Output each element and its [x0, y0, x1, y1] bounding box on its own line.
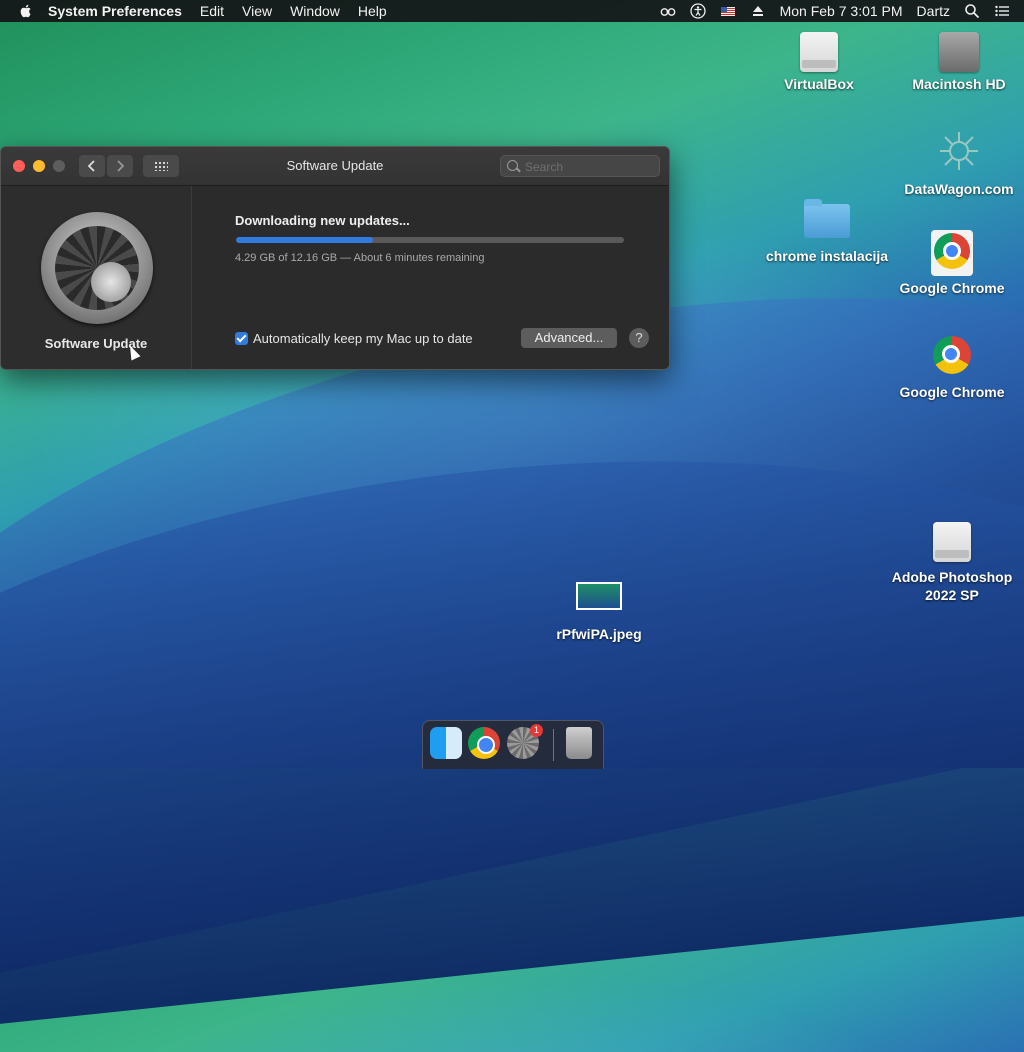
desktop-icon-adobe-photoshop[interactable]: Adobe Photoshop 2022 SP: [887, 522, 1017, 604]
hard-drive-icon: [939, 32, 979, 72]
image-thumbnail-icon: [576, 582, 622, 610]
desktop-icon-label: Macintosh HD: [912, 76, 1006, 92]
desktop-icon-label: VirtualBox: [784, 76, 854, 92]
auto-update-label[interactable]: Automatically keep my Mac up to date: [253, 331, 473, 346]
desktop-icon-virtualbox[interactable]: VirtualBox: [754, 32, 884, 92]
finder-icon[interactable]: [430, 727, 462, 759]
desktop-icon-google-chrome-installer[interactable]: Google Chrome: [887, 230, 1017, 296]
desktop-icon-datawagon[interactable]: DataWagon.com: [894, 128, 1024, 197]
menu-help[interactable]: Help: [358, 3, 387, 19]
desktop-icon-label: Google Chrome: [899, 384, 1005, 400]
menu-user[interactable]: Dartz: [917, 3, 950, 19]
eject-icon[interactable]: [750, 3, 766, 19]
download-progress-bar: [236, 237, 624, 243]
update-content: Downloading new updates... 4.29 GB of 12…: [192, 186, 669, 369]
download-status: 4.29 GB of 12.16 GB — About 6 minutes re…: [235, 252, 485, 264]
desktop-icon-label: Adobe Photoshop 2022 SP: [891, 569, 1013, 603]
desktop-icon-rpfwipa-jpeg[interactable]: rPfwiPA.jpeg: [534, 582, 664, 642]
dock-separator: [553, 729, 554, 761]
desktop-icon-label: chrome instalacija: [765, 248, 889, 264]
desktop-icon-google-chrome[interactable]: Google Chrome: [887, 336, 1017, 400]
window-titlebar[interactable]: Software Update: [1, 147, 669, 186]
advanced-button[interactable]: Advanced...: [521, 328, 617, 348]
datawagon-logo-icon: [940, 132, 978, 170]
dock: 1: [422, 720, 604, 769]
auto-update-checkbox[interactable]: [235, 332, 248, 345]
search-input[interactable]: [523, 158, 657, 176]
desktop-icon-label: rPfwiPA.jpeg: [556, 626, 642, 642]
search-field[interactable]: [500, 155, 660, 177]
software-update-gear-icon: [41, 212, 153, 324]
notification-badge: 1: [530, 724, 543, 737]
progress-fill: [236, 237, 373, 243]
update-sidebar: Software Update: [1, 186, 192, 369]
notification-center-icon[interactable]: [994, 3, 1010, 19]
spotlight-search-icon[interactable]: [964, 3, 980, 19]
search-icon: [507, 160, 518, 171]
menu-edit[interactable]: Edit: [200, 3, 224, 19]
binoculars-icon[interactable]: [660, 3, 676, 19]
accessibility-icon[interactable]: [689, 3, 706, 19]
auto-update-row[interactable]: Automatically keep my Mac up to date: [235, 331, 473, 346]
us-flag-icon[interactable]: [720, 3, 736, 19]
trash-icon[interactable]: [566, 727, 592, 759]
menu-view[interactable]: View: [242, 3, 272, 19]
apple-icon[interactable]: [18, 3, 34, 19]
menu-window[interactable]: Window: [290, 3, 340, 19]
sidebar-label: Software Update: [44, 336, 148, 351]
desktop-icon-chrome-instalacija[interactable]: chrome instalacija: [762, 199, 892, 264]
drive-icon: [800, 32, 838, 72]
download-title: Downloading new updates...: [235, 213, 410, 228]
desktop-icon-label: DataWagon.com: [904, 181, 1014, 197]
menu-clock[interactable]: Mon Feb 7 3:01 PM: [780, 3, 903, 19]
menu-bar: System Preferences Edit View Window Help…: [0, 0, 1024, 22]
folder-icon: [804, 199, 850, 238]
desktop-icon-label: Google Chrome: [899, 280, 1005, 296]
chrome-icon: [934, 233, 970, 269]
desktop-icon-macintosh-hd[interactable]: Macintosh HD: [894, 32, 1024, 92]
chrome-icon: [933, 336, 971, 374]
chrome-icon[interactable]: [468, 727, 500, 759]
chrome-installer-icon: [931, 230, 973, 276]
help-button[interactable]: ?: [629, 328, 649, 348]
drive-icon: [933, 522, 971, 562]
software-update-window: Software Update Software Update Download…: [0, 146, 670, 370]
menu-app-name[interactable]: System Preferences: [48, 3, 182, 19]
